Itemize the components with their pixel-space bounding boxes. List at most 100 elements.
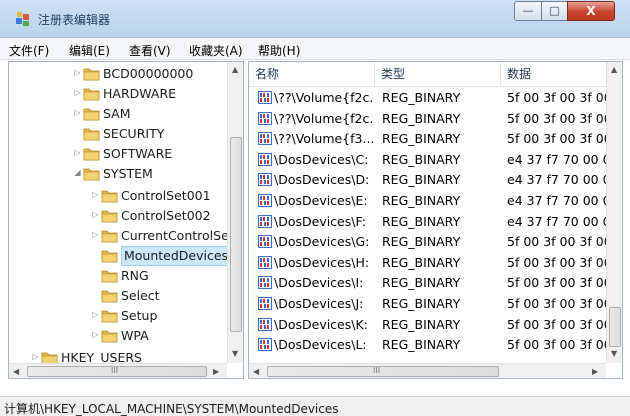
expand-arrow-icon[interactable]: ▷: [91, 330, 100, 339]
tree-item[interactable]: MountedDevices: [9, 246, 232, 266]
close-button[interactable]: X: [567, 1, 615, 21]
scroll-right-arrow-icon[interactable]: ▶: [592, 367, 598, 376]
value-data: e4 37 f7 70 00 00: [507, 193, 606, 208]
scroll-up-arrow-icon[interactable]: ▲: [611, 65, 617, 74]
value-name: \DosDevices\I:: [274, 275, 364, 291]
value-name: \??\Volume{f2c...: [274, 90, 374, 105]
value-type: REG_BINARY: [382, 151, 461, 167]
menu-view[interactable]: 查看(V): [129, 42, 171, 59]
expand-arrow-icon[interactable]: ▷: [73, 88, 82, 97]
column-header-data[interactable]: 数据: [501, 62, 606, 86]
value-type: REG_BINARY: [382, 213, 461, 229]
binary-value-icon: [258, 152, 272, 166]
list-row[interactable]: \DosDevices\K: REG_BINARY 5f 00 3f 00 3f 0…: [249, 315, 606, 335]
expand-arrow-icon[interactable]: ▷: [91, 310, 100, 319]
list-hscroll-thumb[interactable]: [267, 366, 499, 377]
minimize-button[interactable]: —: [514, 1, 542, 21]
tree-item[interactable]: ◢ SYSTEM: [9, 164, 227, 184]
list-row[interactable]: \??\Volume{f3... REG_BINARY 5f 00 3f 00 3f…: [249, 129, 606, 149]
tree-item[interactable]: ▷ WPA: [9, 326, 227, 346]
value-type: REG_BINARY: [382, 110, 461, 126]
value-type: REG_BINARY: [382, 172, 461, 188]
value-data: 5f 00 3f 00 3f 00: [507, 131, 606, 147]
list-row[interactable]: \DosDevices\H: REG_BINARY 5f 00 3f 00 3f 0…: [249, 253, 606, 273]
scroll-left-arrow-icon[interactable]: ◀: [253, 367, 259, 376]
column-header-type[interactable]: 类型: [375, 62, 501, 86]
list-row[interactable]: \DosDevices\G: REG_BINARY 5f 00 3f 00 3f 0…: [249, 232, 606, 252]
maximize-button[interactable]: □: [541, 1, 568, 21]
scroll-down-arrow-icon[interactable]: ▼: [611, 349, 617, 358]
list-row[interactable]: \DosDevices\J: REG_BINARY 5f 00 3f 00 3f 0…: [249, 294, 606, 314]
folder-icon: [83, 168, 100, 181]
status-path: 计算机\HKEY_LOCAL_MACHINE\SYSTEM\MountedDev…: [4, 402, 339, 416]
tree-item[interactable]: ▷ SAM: [9, 104, 227, 124]
tree-item[interactable]: RNG: [9, 266, 227, 286]
tree-item[interactable]: ▷ HARDWARE: [9, 84, 227, 104]
value-data: e4 37 f7 70 00 00: [507, 151, 606, 167]
list-row[interactable]: \??\Volume{f2c... REG_BINARY 5f 00 3f 00 3…: [249, 109, 606, 129]
scroll-left-arrow-icon[interactable]: ◀: [13, 367, 19, 376]
list-row[interactable]: \DosDevices\I: REG_BINARY 5f 00 3f 00 3f 0…: [249, 273, 606, 293]
folder-icon: [101, 210, 118, 223]
value-type: REG_BINARY: [382, 131, 461, 147]
expand-arrow-icon[interactable]: ▷: [73, 108, 82, 117]
tree-item-label: CurrentControlSe: [121, 228, 229, 243]
tree-horizontal-scrollbar[interactable]: ◀ III ▶: [9, 363, 227, 378]
list-row[interactable]: \DosDevices\L: REG_BINARY 5f 00 3f 00 3f 0…: [249, 335, 606, 355]
list-row[interactable]: \DosDevices\F: REG_BINARY e4 37 f7 70 00 0…: [249, 212, 606, 232]
expand-arrow-icon[interactable]: ▷: [31, 352, 40, 361]
menu-file[interactable]: 文件(F): [9, 42, 49, 59]
binary-value-icon: [258, 214, 272, 228]
value-data: 5f 00 3f 00 3f 00: [507, 316, 606, 332]
folder-icon: [101, 330, 118, 343]
value-name: \DosDevices\F:: [274, 213, 366, 229]
tree-item[interactable]: ▷ ControlSet001: [9, 186, 227, 206]
tree-connector-icon: [91, 270, 100, 279]
menu-favorites[interactable]: 收藏夹(A): [189, 42, 243, 59]
menu-help[interactable]: 帮助(H): [258, 42, 300, 59]
expand-arrow-icon[interactable]: ▷: [91, 190, 100, 199]
registry-tree[interactable]: ▷ BCD00000000 ▷ HARDWARE ▷ SAM SECURITY ▷ SOFTWA…: [8, 61, 244, 379]
value-type: REG_BINARY: [382, 90, 461, 105]
menu-edit[interactable]: 编辑(E): [69, 42, 110, 59]
expand-arrow-icon[interactable]: ▷: [91, 230, 100, 239]
list-horizontal-scrollbar[interactable]: ◀ III ▶: [249, 363, 606, 378]
tree-item-label: MountedDevices: [121, 246, 232, 266]
tree-item[interactable]: SECURITY: [9, 124, 227, 144]
scroll-right-arrow-icon[interactable]: ▶: [213, 367, 219, 376]
folder-icon: [83, 68, 100, 81]
expand-arrow-icon[interactable]: ▷: [91, 210, 100, 219]
list-vertical-scrollbar[interactable]: ▲ ▼: [606, 62, 622, 363]
list-row[interactable]: \DosDevices\C: REG_BINARY e4 37 f7 70 00 0…: [249, 150, 606, 170]
tree-item[interactable]: ▷ BCD00000000: [9, 64, 227, 84]
list-row[interactable]: \DosDevices\D: REG_BINARY e4 37 f7 70 00 0…: [249, 170, 606, 190]
value-data: e4 37 f7 70 00 00: [507, 213, 606, 229]
expand-arrow-icon[interactable]: ◢: [73, 168, 82, 177]
tree-item[interactable]: ▷ Setup: [9, 306, 227, 326]
tree-vertical-scrollbar[interactable]: ▲ ▼: [227, 62, 243, 363]
tree-item-label: WPA: [121, 328, 149, 343]
scroll-up-arrow-icon[interactable]: ▲: [232, 65, 238, 74]
folder-icon: [101, 270, 118, 283]
value-type: REG_BINARY: [382, 254, 461, 270]
tree-item-label: SAM: [103, 106, 131, 121]
tree-scroll-thumb[interactable]: [230, 137, 242, 332]
values-list[interactable]: 名称 类型 数据 \??\Volume{f2c... REG_BINARY 5f 0…: [248, 61, 623, 379]
tree-item[interactable]: ▷ SOFTWARE: [9, 144, 227, 164]
list-row[interactable]: \??\Volume{f2c... REG_BINARY 5f 00 3f 00 3…: [249, 88, 606, 108]
column-header-name[interactable]: 名称: [249, 62, 375, 86]
value-type: REG_BINARY: [382, 234, 461, 250]
scroll-down-arrow-icon[interactable]: ▼: [232, 349, 238, 358]
value-data: 5f 00 3f 00 3f 00: [507, 90, 606, 105]
list-scroll-thumb[interactable]: [609, 307, 621, 347]
expand-arrow-icon[interactable]: ▷: [73, 68, 82, 77]
folder-icon: [101, 230, 118, 243]
expand-arrow-icon[interactable]: ▷: [73, 148, 82, 157]
tree-item-label: SECURITY: [103, 126, 165, 141]
tree-item[interactable]: ▷ ControlSet002: [9, 206, 227, 226]
tree-item[interactable]: ▷ CurrentControlSe: [9, 226, 229, 246]
value-data: 5f 00 3f 00 3f 00: [507, 110, 606, 126]
tree-item[interactable]: Select: [9, 286, 227, 306]
list-row[interactable]: \DosDevices\E: REG_BINARY e4 37 f7 70 00 0…: [249, 191, 606, 211]
folder-icon: [101, 190, 118, 203]
